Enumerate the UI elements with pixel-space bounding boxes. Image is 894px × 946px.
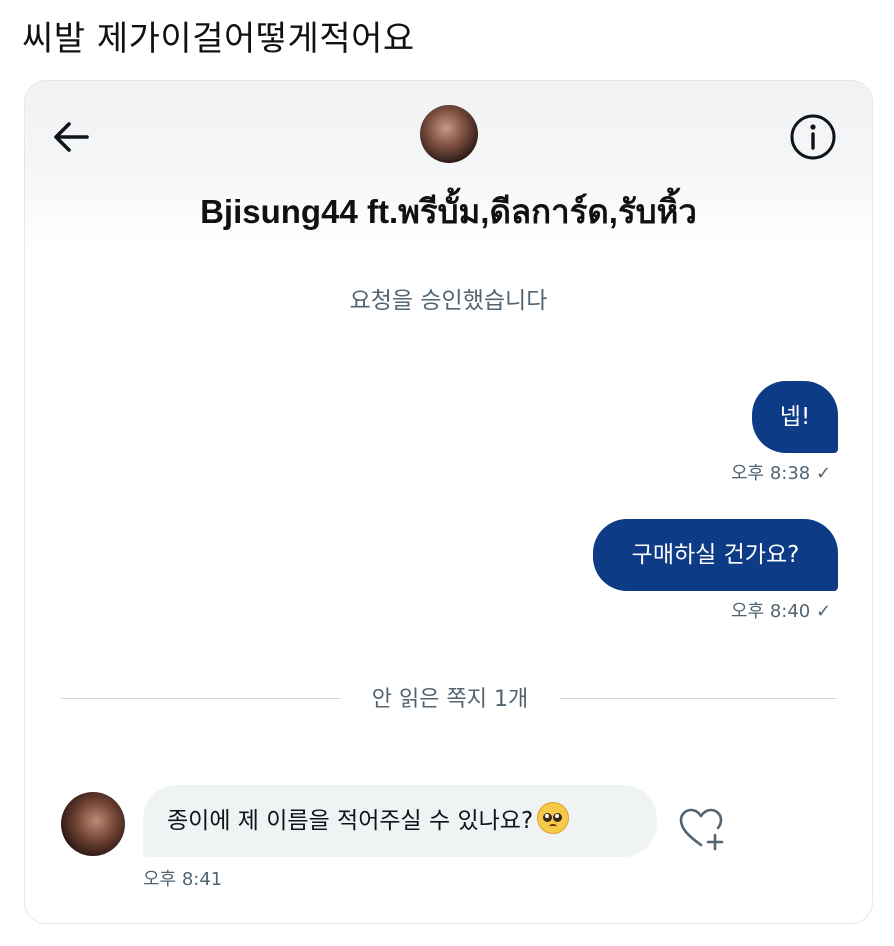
react-button[interactable] (677, 805, 725, 853)
dm-conversation-card: Bjisung44 ft.พรีบั้ม,ดีลการ์ด,รับหิ้ว 요청… (24, 80, 873, 924)
info-icon (790, 114, 836, 160)
incoming-message-text: 종이에 제 이름을 적어주실 수 있나요? (167, 808, 534, 834)
message-timestamp: 오후 8:41 (143, 869, 223, 890)
message-timestamp: 오후 8:38 ✓ (731, 463, 832, 484)
conversation-title[interactable]: Bjisung44 ft.พรีบั้ม,ดีลการ์ด,รับหิ้ว (25, 185, 872, 238)
unread-divider-label: 안 읽은 쪽지 1개 (371, 687, 529, 712)
outgoing-message[interactable]: 넵! (752, 381, 838, 453)
request-accepted-notice: 요청을 승인했습니다 (349, 288, 548, 314)
divider-line (559, 698, 837, 699)
arrow-left-icon (54, 122, 89, 152)
heart-plus-icon (679, 808, 724, 851)
divider-line (61, 698, 341, 699)
back-button[interactable] (49, 115, 93, 159)
pleading-face-icon (537, 802, 570, 834)
conversation-header: Bjisung44 ft.พรีบั้ม,ดีลการ์ด,รับหิ้ว (25, 81, 872, 249)
post-caption: 씨발 제가이걸어떻게적어요 (22, 19, 415, 59)
outgoing-message[interactable]: 구매하실 건가요? (593, 519, 838, 591)
message-timestamp: 오후 8:40 ✓ (731, 601, 832, 622)
incoming-message[interactable]: 종이에 제 이름을 적어주실 수 있나요? (143, 785, 657, 857)
conversation-avatar[interactable] (420, 105, 478, 163)
sender-avatar[interactable] (61, 792, 125, 856)
info-button[interactable] (787, 111, 839, 163)
